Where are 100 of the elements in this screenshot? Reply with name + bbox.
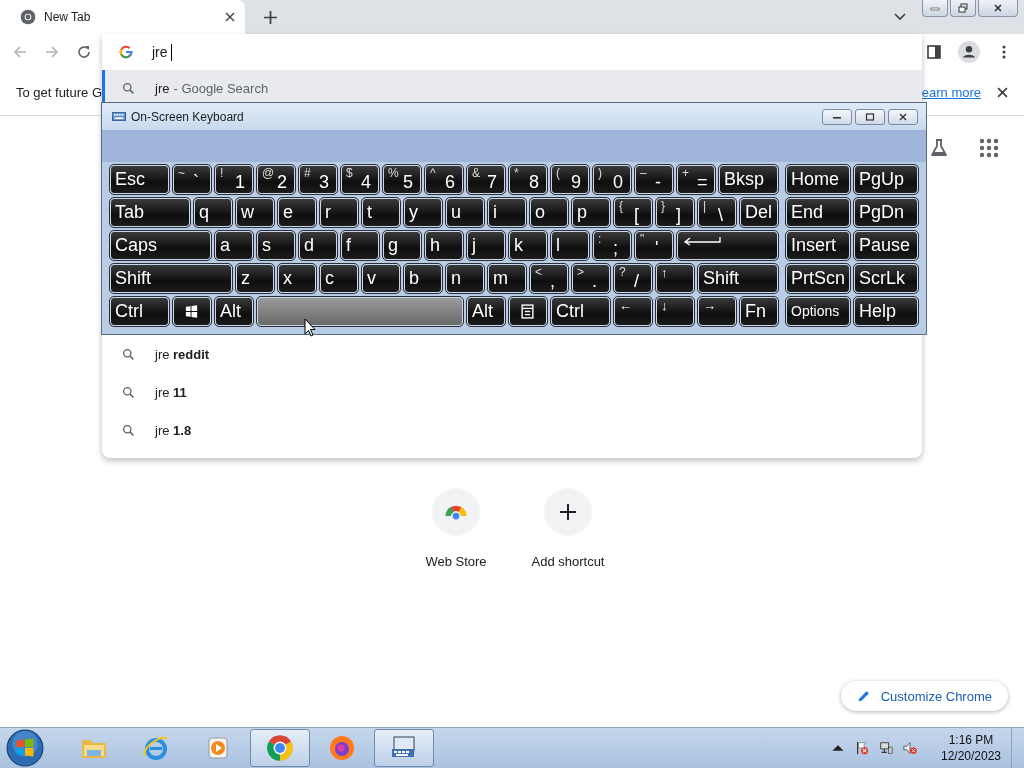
- keyboard-key[interactable]: Fn: [740, 297, 778, 326]
- keyboard-key[interactable]: ^ 6: [425, 165, 463, 194]
- keyboard-key[interactable]: [677, 231, 778, 260]
- keyboard-key[interactable]: p: [572, 198, 610, 227]
- keyboard-key[interactable]: PgUp: [854, 165, 918, 194]
- close-icon[interactable]: [997, 87, 1008, 98]
- keyboard-key[interactable]: @2: [257, 165, 295, 194]
- keyboard-key[interactable]: a: [215, 231, 253, 260]
- keyboard-key[interactable]: ~ `: [173, 165, 211, 194]
- restore-button[interactable]: [950, 0, 976, 17]
- keyboard-key[interactable]: v: [362, 264, 400, 293]
- keyboard-key[interactable]: Shift: [110, 264, 232, 293]
- keyboard-key[interactable]: Del: [740, 198, 778, 227]
- keyboard-key[interactable]: Alt: [467, 297, 505, 326]
- keyboard-key[interactable]: Tab: [110, 198, 190, 227]
- keyboard-key[interactable]: d: [299, 231, 337, 260]
- keyboard-key[interactable]: Insert: [786, 231, 850, 260]
- keyboard-key[interactable]: h: [425, 231, 463, 260]
- suggestion-item[interactable]: jre 1.8: [102, 411, 922, 449]
- keyboard-key[interactable]: – -: [635, 165, 673, 194]
- keyboard-key[interactable]: Ctrl: [551, 297, 610, 326]
- keyboard-key[interactable]: →: [698, 297, 736, 326]
- keyboard-key[interactable]: [173, 297, 211, 326]
- keyboard-key[interactable]: l: [551, 231, 589, 260]
- network-icon[interactable]: [879, 741, 893, 755]
- keyboard-key[interactable]: " ': [635, 231, 673, 260]
- browser-tab[interactable]: New Tab: [0, 0, 245, 34]
- keyboard-key[interactable]: g: [383, 231, 421, 260]
- keyboard-key[interactable]: s: [257, 231, 295, 260]
- shortcut-tile[interactable]: [432, 488, 480, 536]
- keyboard-key[interactable]: ( 9: [551, 165, 589, 194]
- keyboard-key[interactable]: b: [404, 264, 442, 293]
- keyboard-key[interactable]: t: [362, 198, 400, 227]
- keyboard-key[interactable]: * 8: [509, 165, 547, 194]
- taskbar-button[interactable]: [250, 729, 310, 767]
- keyboard-key[interactable]: : ;: [593, 231, 631, 260]
- keyboard-key[interactable]: o: [530, 198, 568, 227]
- keyboard-key[interactable]: u: [446, 198, 484, 227]
- keyboard-key[interactable]: Caps: [110, 231, 211, 260]
- volume-muted-icon[interactable]: [903, 741, 917, 755]
- keyboard-key[interactable]: > .: [572, 264, 610, 293]
- keyboard-key[interactable]: f: [341, 231, 379, 260]
- apps-grid-icon[interactable]: [979, 138, 999, 158]
- keyboard-key[interactable]: { [: [614, 198, 652, 227]
- close-button[interactable]: [888, 108, 918, 125]
- start-button[interactable]: [6, 729, 44, 767]
- keyboard-key[interactable]: w: [236, 198, 274, 227]
- taskbar-button[interactable]: [374, 729, 434, 767]
- keyboard-key[interactable]: i: [488, 198, 526, 227]
- keyboard-key[interactable]: Help: [854, 297, 918, 326]
- keyboard-key[interactable]: k: [509, 231, 547, 260]
- keyboard-key[interactable]: Alt: [215, 297, 253, 326]
- keyboard-key[interactable]: Bksp: [719, 165, 778, 194]
- keyboard-key[interactable]: ? /: [614, 264, 652, 293]
- keyboard-key[interactable]: ) 0: [593, 165, 631, 194]
- profile-icon[interactable]: [958, 41, 980, 63]
- learn-more-link[interactable]: earn more: [921, 85, 981, 100]
- side-panel-icon[interactable]: [926, 44, 942, 60]
- keyboard-key[interactable]: Shift: [698, 264, 778, 293]
- flag-icon[interactable]: [855, 741, 869, 755]
- keyboard-key[interactable]: ! 1: [215, 165, 253, 194]
- keyboard-key[interactable]: End: [786, 198, 850, 227]
- keyboard-key[interactable]: | \: [698, 198, 736, 227]
- keyboard-key[interactable]: y: [404, 198, 442, 227]
- address-field[interactable]: jre: [152, 43, 172, 61]
- minimize-button[interactable]: [822, 108, 852, 125]
- minimize-button[interactable]: [922, 0, 948, 17]
- keyboard-key[interactable]: ScrLk: [854, 264, 918, 293]
- suggestion-item[interactable]: jre reddit: [102, 335, 922, 373]
- keyboard-key[interactable]: z: [236, 264, 274, 293]
- keyboard-key[interactable]: x: [278, 264, 316, 293]
- keyboard-key[interactable]: ↑: [656, 264, 694, 293]
- chevron-down-icon[interactable]: [894, 13, 906, 21]
- keyboard-key[interactable]: # 3: [299, 165, 337, 194]
- keyboard-key[interactable]: e: [278, 198, 316, 227]
- keyboard-key[interactable]: c: [320, 264, 358, 293]
- maximize-button[interactable]: [855, 108, 885, 125]
- keyboard-key[interactable]: Ctrl: [110, 297, 169, 326]
- keyboard-key[interactable]: n: [446, 264, 484, 293]
- keyboard-key[interactable]: Pause: [854, 231, 918, 260]
- close-icon[interactable]: [225, 12, 235, 22]
- keyboard-key[interactable]: & 7: [467, 165, 505, 194]
- new-tab-icon[interactable]: [264, 10, 277, 24]
- keyboard-key[interactable]: Esc: [110, 165, 169, 194]
- keyboard-key[interactable]: m: [488, 264, 526, 293]
- keyboard-key[interactable]: q: [194, 198, 232, 227]
- keyboard-key[interactable]: PgDn: [854, 198, 918, 227]
- keyboard-key[interactable]: % 5: [383, 165, 421, 194]
- keyboard-key[interactable]: ←: [614, 297, 652, 326]
- keyboard-key[interactable]: Options: [786, 297, 850, 326]
- keyboard-key[interactable]: } ]: [656, 198, 694, 227]
- keyboard-key[interactable]: + =: [677, 165, 715, 194]
- keyboard-key[interactable]: $ 4: [341, 165, 379, 194]
- customize-chrome-button[interactable]: Customize Chrome: [840, 681, 1008, 711]
- keyboard-key[interactable]: ↓: [656, 297, 694, 326]
- shortcut-tile[interactable]: [544, 488, 592, 536]
- keyboard-key[interactable]: [509, 297, 547, 326]
- keyboard-key[interactable]: < ,: [530, 264, 568, 293]
- keyboard-key[interactable]: j: [467, 231, 505, 260]
- suggestion-item[interactable]: jre 11: [102, 373, 922, 411]
